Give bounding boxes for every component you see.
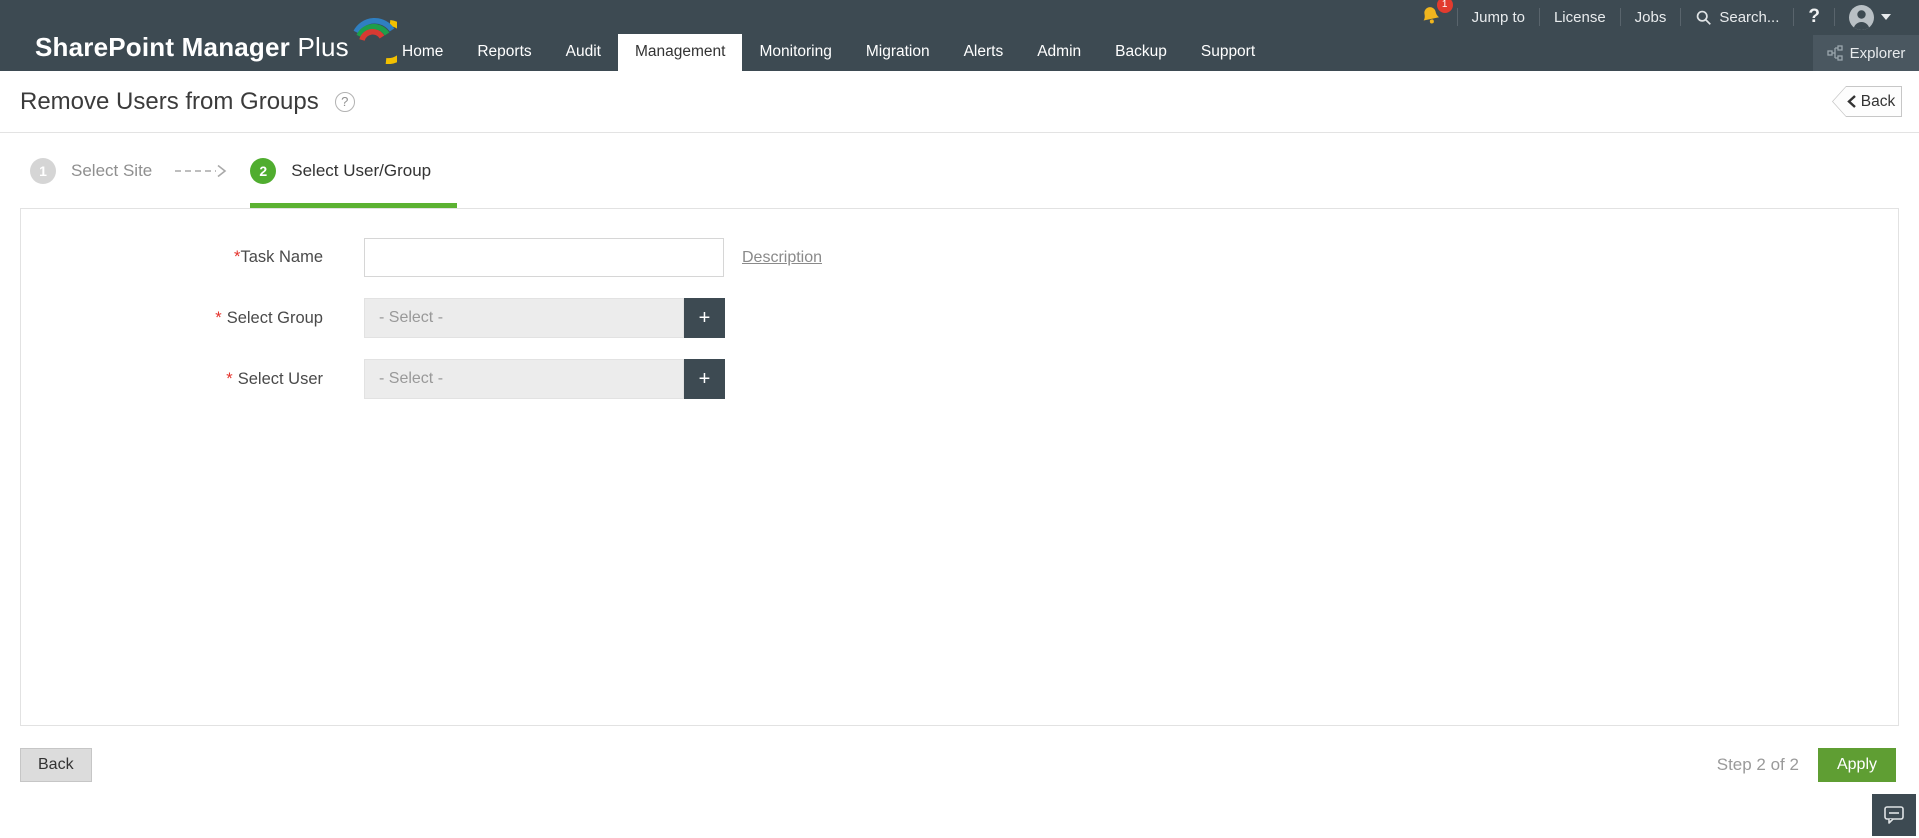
step-label: Select User/Group bbox=[291, 160, 432, 180]
content-panel: *Task Name Description * Select Group - S… bbox=[20, 208, 1899, 726]
jobs-menu[interactable]: Jobs bbox=[1621, 7, 1681, 27]
select-group-row: * Select Group - Select - + bbox=[21, 298, 1898, 338]
avatar bbox=[1849, 4, 1874, 30]
step-arrow-icon bbox=[174, 164, 228, 178]
step-number: 1 bbox=[30, 157, 56, 184]
select-group-label: * Select Group bbox=[215, 308, 323, 327]
select-user-dropdown[interactable]: - Select - bbox=[364, 359, 684, 399]
sitemap-icon bbox=[1826, 45, 1843, 61]
app-logo[interactable]: SharePoint Manager Plus bbox=[35, 16, 397, 64]
tab-alerts[interactable]: Alerts bbox=[947, 34, 1021, 71]
wizard-steps: 1 Select Site 2 Select User/Group bbox=[0, 133, 1919, 208]
back-label: Back bbox=[1860, 92, 1896, 110]
required-mark: * bbox=[215, 308, 222, 327]
task-name-label: *Task Name bbox=[234, 248, 323, 266]
tab-migration[interactable]: Migration bbox=[849, 34, 947, 71]
tab-audit[interactable]: Audit bbox=[549, 34, 618, 71]
utility-bar: 1 Jump to License Jobs Search... ? bbox=[1410, 0, 1905, 34]
user-account-menu[interactable] bbox=[1835, 4, 1905, 30]
tab-management[interactable]: Management bbox=[617, 34, 743, 71]
explorer-label: Explorer bbox=[1849, 44, 1906, 62]
main-nav: Home Reports Audit Management Monitoring… bbox=[385, 34, 1272, 71]
tab-support[interactable]: Support bbox=[1184, 34, 1272, 71]
add-user-button[interactable]: + bbox=[684, 359, 725, 399]
back-button-top[interactable]: Back bbox=[1832, 86, 1902, 117]
tab-admin[interactable]: Admin bbox=[1020, 34, 1098, 71]
back-button-bottom[interactable]: Back bbox=[20, 748, 92, 782]
tab-reports[interactable]: Reports bbox=[460, 34, 548, 71]
step-label: Select Site bbox=[71, 160, 153, 180]
select-user-label: * Select User bbox=[226, 369, 323, 388]
search-icon bbox=[1697, 10, 1712, 25]
task-name-input[interactable] bbox=[364, 238, 724, 277]
license-menu[interactable]: License bbox=[1540, 7, 1620, 27]
step-indicator: Step 2 of 2 bbox=[1716, 755, 1799, 774]
add-group-button[interactable]: + bbox=[684, 298, 725, 338]
required-mark: * bbox=[226, 369, 233, 388]
step-number: 2 bbox=[250, 157, 277, 184]
notification-badge: 1 bbox=[1436, 0, 1453, 13]
task-name-row: *Task Name Description bbox=[21, 238, 1898, 277]
tab-monitoring[interactable]: Monitoring bbox=[742, 34, 848, 71]
notifications-button[interactable]: 1 bbox=[1410, 0, 1457, 30]
chat-icon bbox=[1884, 806, 1904, 824]
help-button[interactable]: ? bbox=[1794, 6, 1834, 27]
page-title-bar: Remove Users from Groups ? Back bbox=[0, 71, 1919, 133]
explorer-button[interactable]: Explorer bbox=[1813, 35, 1919, 71]
chevron-down-icon bbox=[1881, 14, 1891, 20]
page-help-icon[interactable]: ? bbox=[334, 91, 355, 112]
search-label: Search... bbox=[1719, 8, 1780, 26]
feedback-chat-button[interactable] bbox=[1872, 794, 1916, 836]
page-title: Remove Users from Groups bbox=[20, 87, 319, 115]
description-link[interactable]: Description bbox=[742, 249, 822, 267]
apply-button[interactable]: Apply bbox=[1817, 748, 1896, 782]
tab-backup[interactable]: Backup bbox=[1098, 34, 1184, 71]
search-button[interactable]: Search... bbox=[1681, 7, 1793, 27]
step-select-user-group[interactable]: 2 Select User/Group bbox=[250, 133, 458, 208]
tab-home[interactable]: Home bbox=[385, 34, 460, 71]
app-header: SharePoint Manager Plus 1 Jump to Licens… bbox=[0, 0, 1919, 71]
wizard-footer: Back Step 2 of 2 Apply bbox=[0, 748, 1919, 782]
chevron-left-icon bbox=[1846, 95, 1856, 108]
jump-to-menu[interactable]: Jump to bbox=[1458, 7, 1539, 27]
brand-name: SharePoint Manager Plus bbox=[35, 32, 349, 62]
step-select-site[interactable]: 1 Select Site bbox=[30, 133, 152, 208]
select-user-row: * Select User - Select - + bbox=[21, 359, 1898, 399]
select-group-dropdown[interactable]: - Select - bbox=[364, 298, 684, 338]
